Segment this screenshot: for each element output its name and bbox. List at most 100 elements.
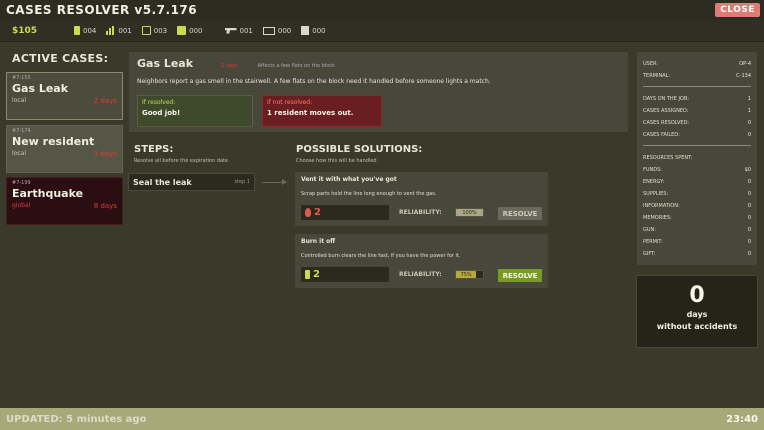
case-item-earthquake[interactable]: #7-199 Earthquake global 8 days <box>6 177 123 225</box>
resources-spent-title: RESOURCES SPENT: <box>643 155 693 161</box>
case-id: #7-199 <box>12 180 31 186</box>
stat-row: CASES RESOLVED: 0 <box>643 120 751 126</box>
case-item-new-resident[interactable]: #7-174 New resident local 3 days <box>6 125 123 173</box>
resource-energy: 004 <box>74 26 96 35</box>
reliability-bar: 75% <box>455 270 484 279</box>
supplies-value: 001 <box>118 26 132 35</box>
case-scope: local <box>12 150 26 157</box>
battery-icon <box>305 270 310 279</box>
reliability-value: 75% <box>460 271 472 278</box>
accidents-label-text: without accidents <box>656 322 738 331</box>
stat-row: ENERGY: 0 <box>643 179 751 185</box>
stat-row: FUNDS: $0 <box>643 167 751 173</box>
solution-card-burn: Burn it off Controlled burn clears the l… <box>294 233 549 289</box>
reliability-bar: 100% <box>455 208 484 217</box>
case-scope: global <box>12 202 31 209</box>
case-affects: Affects a few flats on the block <box>257 63 335 69</box>
updated-status: UPDATED: 5 minutes ago <box>6 413 147 425</box>
footer-bar: UPDATED: 5 minutes ago 23:40 <box>0 408 764 430</box>
if-resolved-box: If resolved: Good job! <box>137 95 253 127</box>
case-days: 8 days <box>93 202 117 210</box>
stat-row: DAYS ON THE JOB: 1 <box>643 96 751 102</box>
step-label: Seal the leak <box>133 177 192 187</box>
step-number: step 1 <box>234 179 250 185</box>
information-icon <box>141 26 151 35</box>
gift-value: 000 <box>312 26 326 35</box>
case-item-gas-leak[interactable]: #7-155 Gas Leak local 2 days <box>6 72 123 120</box>
resource-bar: $105 004 001 003 000 001 000 000 <box>0 20 764 42</box>
resource-gun: 001 <box>224 26 253 35</box>
gift-icon <box>301 26 310 35</box>
step-item-seal-leak[interactable]: Seal the leak step 1 <box>128 173 255 191</box>
stat-row: CASES FAILED: 0 <box>643 132 751 138</box>
flame-icon <box>305 208 311 217</box>
reliability-value: 100% <box>462 209 477 216</box>
stat-row: PERMIT: 0 <box>643 239 751 245</box>
if-not-resolved-box: If not resolved: 1 resident moves out. <box>262 95 382 127</box>
stats-panel: USER: OP-4 TERMINAL: C-134 DAYS ON THE JOB… <box>636 51 758 266</box>
stat-row: GUN: 0 <box>643 227 751 233</box>
accidents-count: 0 <box>689 283 705 308</box>
steps-title: STEPS: <box>134 144 174 155</box>
gun-value: 001 <box>239 26 253 35</box>
case-scope: local <box>12 97 26 104</box>
resolve-button-vent[interactable]: RESOLVE <box>498 207 542 220</box>
case-deadline-badge: 2 days <box>221 63 238 69</box>
if-not-resolved-text: 1 resident moves out. <box>267 109 354 117</box>
information-value: 003 <box>153 26 168 35</box>
divider <box>643 145 751 146</box>
case-detail-panel: Gas Leak 2 days Affects a few flats on t… <box>128 51 629 133</box>
solution-cost: 2 <box>301 267 389 282</box>
permit-value: 000 <box>277 26 292 35</box>
stat-terminal: TERMINAL: C-134 <box>643 73 751 79</box>
case-name: Gas Leak <box>12 82 69 95</box>
active-cases-panel: ACTIVE CASES: <box>6 48 124 65</box>
title-bar: CASES RESOLVER v5.7.176 CLOSE <box>0 0 764 20</box>
resource-supplies: 001 <box>106 26 132 35</box>
solution-card-vent: Vent it with what you've got Scrap parts… <box>294 171 549 227</box>
resource-memories: 000 <box>177 26 203 35</box>
case-description: Neighbors report a gas smell in the stai… <box>137 78 491 85</box>
resource-permit: 000 <box>262 26 292 35</box>
case-title: Gas Leak <box>137 57 194 70</box>
stat-row: INFORMATION: 0 <box>643 203 751 209</box>
solution-cost-value: 2 <box>314 207 321 218</box>
close-button[interactable]: CLOSE <box>715 3 760 17</box>
solution-cost-value: 2 <box>313 269 320 280</box>
solutions-subtitle: Choose how this will be handled <box>296 158 377 164</box>
accidents-label-days: days <box>686 310 708 319</box>
energy-icon <box>74 26 80 35</box>
accidents-counter: 0 days without accidents <box>636 275 758 348</box>
solution-name: Vent it with what you've got <box>301 176 397 183</box>
gun-icon <box>224 27 237 34</box>
solutions-title: POSSIBLE SOLUTIONS: <box>296 144 423 155</box>
case-id: #7-155 <box>12 75 31 81</box>
case-name: Earthquake <box>12 187 84 200</box>
permit-icon <box>262 26 275 35</box>
energy-value: 004 <box>83 26 97 35</box>
if-not-resolved-label: If not resolved: <box>267 99 313 106</box>
solution-description: Scrap parts hold the line long enough to… <box>301 191 437 197</box>
stat-row: GIFT: 0 <box>643 251 751 257</box>
solution-cost: 2 <box>301 205 389 220</box>
reliability-fill: 100% <box>456 209 483 216</box>
supplies-icon <box>106 26 115 35</box>
arrow-right-icon <box>262 179 287 185</box>
reliability-label: RELIABILITY: <box>399 271 442 278</box>
reliability-label: RELIABILITY: <box>399 209 442 216</box>
active-cases-title: ACTIVE CASES: <box>12 52 109 65</box>
resource-information: 003 <box>141 26 168 35</box>
case-days: 2 days <box>93 97 117 105</box>
case-days: 3 days <box>93 150 117 158</box>
resource-gift: 000 <box>301 26 326 35</box>
divider <box>643 86 751 87</box>
stat-row: MEMORIES: 0 <box>643 215 751 221</box>
if-resolved-text: Good job! <box>142 109 181 117</box>
reliability-fill: 75% <box>456 271 477 278</box>
memories-value: 000 <box>189 26 203 35</box>
money-value: $105 <box>12 25 38 36</box>
resolve-button-burn[interactable]: RESOLVE <box>498 269 542 282</box>
if-resolved-label: If resolved: <box>142 99 176 106</box>
steps-subtitle: Resolve all before the expiration date <box>134 158 228 164</box>
stat-row: SUPPLIES: 0 <box>643 191 751 197</box>
